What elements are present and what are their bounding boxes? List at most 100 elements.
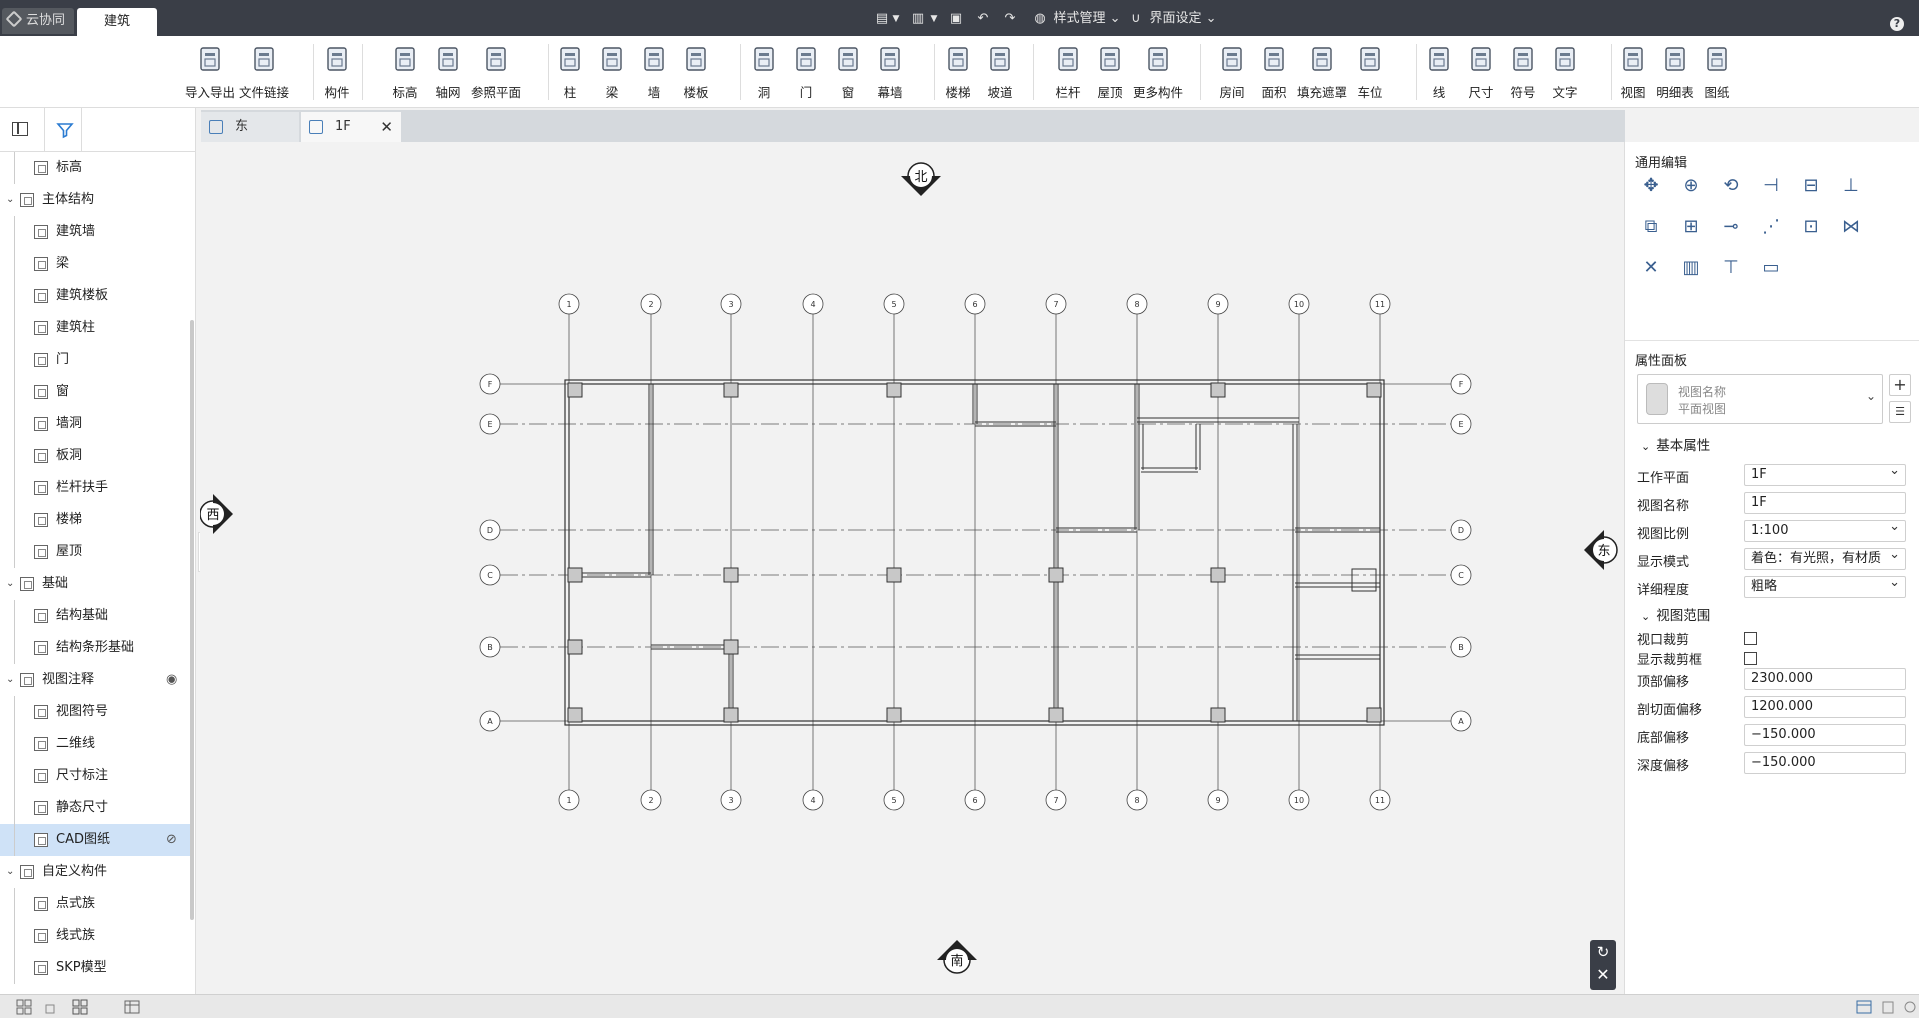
tree-item[interactable]: 静态尺寸 [0,792,190,824]
ref-plane-button[interactable]: 参照平面 [470,44,522,104]
component-button[interactable]: 构件 [311,44,363,104]
parking-button[interactable]: 车位 [1344,44,1396,104]
chevron-down-icon[interactable]: ⌄ [6,856,14,888]
tree-group[interactable]: ⌄ 视图注释 ◉ [0,664,190,696]
save-icon[interactable]: ▣ [946,10,966,28]
rotate-icon[interactable]: ⟲ [1719,174,1743,198]
ui-settings-menu[interactable]: 界面设定 ⌄ [1148,10,1218,28]
more-components-button[interactable]: 更多构件 [1132,44,1184,104]
offset-input[interactable]: −150.000 [1744,752,1906,774]
prop-value[interactable]: 1:100 [1744,517,1906,542]
filter-button[interactable] [44,108,82,152]
tree-scrollbar[interactable] [190,320,194,920]
prop-value[interactable]: 着色：有光照，有材质 [1744,545,1906,570]
chevron-down-icon[interactable]: ⌄ [6,184,14,216]
tree-item[interactable]: 楼梯 [0,504,190,536]
checkbox[interactable] [1744,652,1757,665]
prop-value[interactable]: 粗略 [1744,573,1906,598]
chevron-down-icon[interactable]: ▼ [928,10,940,28]
tree-item[interactable]: 结构基础 [0,600,190,632]
eye-off-icon[interactable]: ⊘ [166,824,177,856]
sheet-button[interactable]: 图纸 [1691,44,1743,104]
view-type-selector[interactable]: 视图名称 平面视图 ⌄ [1637,374,1883,424]
edit-type-button[interactable]: ☰ [1889,401,1911,423]
view-range-header[interactable]: ⌄ 视图范围 [1641,604,1710,624]
move-icon[interactable]: ✥ [1639,174,1663,198]
add-type-button[interactable]: + [1889,374,1911,396]
tree-group[interactable]: ⌄ 基础 [0,568,190,600]
tree-item[interactable]: 建筑柱 [0,312,190,344]
eye-icon[interactable]: ◉ [166,664,177,696]
group-icon[interactable]: ⊡ [1799,215,1823,239]
fill-mask-button[interactable]: 填充遮罩 [1296,44,1348,104]
mirror-icon[interactable]: ⋈ [1839,215,1863,239]
offset-input[interactable]: −150.000 [1744,724,1906,746]
floor-button[interactable]: 楼板 [670,44,722,104]
roof-button[interactable]: 屋顶 [1084,44,1136,104]
settings-icon[interactable] [1902,999,1918,1015]
chevron-down-icon[interactable]: ⌄ [6,568,14,600]
tree-item[interactable]: 栏杆扶手 [0,472,190,504]
tree-item[interactable]: 梁 [0,248,190,280]
close-icon[interactable]: ✕ [1590,964,1616,988]
copy-icon[interactable]: ⊕ [1679,174,1703,198]
area-button[interactable]: 面积 [1248,44,1300,104]
multi-view-icon[interactable] [72,999,88,1015]
array-icon[interactable]: ⋰ [1759,215,1783,239]
tree-item[interactable]: 窗 [0,376,190,408]
tree-item[interactable]: 点式族 [0,888,190,920]
grid-view-icon[interactable] [16,999,32,1015]
import-export-button[interactable]: 导入导出 [184,44,236,104]
style-manage-menu[interactable]: 样式管理 ⌄ [1052,10,1122,28]
file-link-button[interactable]: 文件链接 [238,44,290,104]
drawing-canvas[interactable]: 1 1 2 2 3 3 4 4 5 5 6 6 7 7 8 8 9 9 10 10 11 11 F F E E D D C C B B A A 北南… [199,142,1625,994]
doc-tab-east[interactable]: 东 [201,112,299,142]
offset-input[interactable]: 2300.000 [1744,668,1906,690]
tree-item[interactable]: 尺寸标注 [0,760,190,792]
ramp-button[interactable]: 坡道 [974,44,1026,104]
magnet-icon[interactable]: ∪ [1128,10,1144,28]
basic-props-header[interactable]: ⌄ 基本属性 [1641,434,1710,454]
tree-item[interactable]: 建筑楼板 [0,280,190,312]
tab-cloud-collab[interactable]: 云协同 [2,8,74,34]
delete-icon[interactable]: ✕ [1639,256,1663,280]
palette-icon[interactable]: ◍ [1030,10,1050,28]
offset-icon[interactable]: ⊞ [1679,215,1703,239]
grid-button[interactable]: 轴网 [422,44,474,104]
tree-group[interactable]: ⌄ 自定义构件 [0,856,190,888]
trim-icon[interactable]: ⊣ [1759,174,1783,198]
layout-icon[interactable] [1856,999,1872,1015]
tree-item[interactable]: SKP模型 [0,952,190,984]
chevron-down-icon[interactable]: ▼ [890,10,902,28]
undo-icon[interactable]: ↶ [973,10,993,28]
close-icon[interactable]: ✕ [380,112,393,142]
help-icon[interactable]: ? [1890,17,1904,31]
align-icon[interactable]: ⊥ [1839,174,1863,198]
measure-icon[interactable]: ▭ [1759,256,1783,280]
pin-icon[interactable]: ⊤ [1719,256,1743,280]
sidebar-toggle-icon[interactable] [12,122,28,136]
doc-tab-1f[interactable]: 1F ✕ [301,112,401,142]
prop-value[interactable]: 1F [1744,492,1906,514]
tree-group[interactable]: ⌄ 主体结构 [0,184,190,216]
redo-icon[interactable]: ↷ [1000,10,1020,28]
stack-icon[interactable]: ▥ [1679,256,1703,280]
tree-item[interactable]: 门 [0,344,190,376]
prop-value[interactable]: 1F [1744,461,1906,486]
tree-item[interactable]: CAD图纸 ⊘ [0,824,190,856]
tree-item[interactable]: 板洞 [0,440,190,472]
duplicate-icon[interactable]: ⧉ [1639,215,1663,239]
checkbox[interactable] [1744,632,1757,645]
open-file-icon[interactable]: ▥ [908,10,928,28]
tree-item[interactable]: 建筑墙 [0,216,190,248]
tree-item[interactable]: 二维线 [0,728,190,760]
extend-icon[interactable]: ⊸ [1719,215,1743,239]
tree-item[interactable]: 标高 [0,152,190,184]
reset-view-icon[interactable]: ↻ [1590,940,1616,964]
split-icon[interactable]: ⊟ [1799,174,1823,198]
tree-item[interactable]: 屋顶 [0,536,190,568]
table-icon[interactable] [124,999,140,1015]
tab-architecture[interactable]: 建筑 [77,8,157,36]
small-icon[interactable] [42,999,58,1015]
tree-item[interactable]: 线式族 [0,920,190,952]
